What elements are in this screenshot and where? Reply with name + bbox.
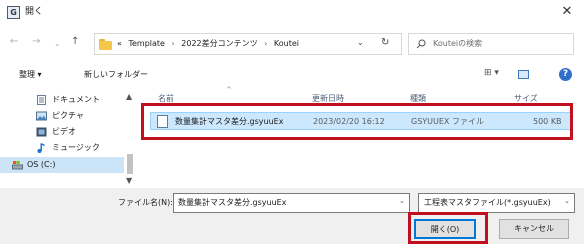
scroll-thumb[interactable]	[127, 154, 133, 174]
window-title: 開く	[25, 7, 44, 17]
filename-input[interactable]: 数量集計マスタ差分.gsyuuEx ⌄	[173, 193, 410, 213]
search-placeholder: Kouteiの検索	[433, 39, 483, 48]
search-box[interactable]: Kouteiの検索	[408, 33, 574, 55]
breadcrumb: « Template › 2022差分コンテンツ › Koutei	[117, 38, 299, 50]
sidebar-item-music[interactable]: ミュージック	[36, 140, 126, 156]
scroll-up-icon[interactable]: ▲	[126, 92, 132, 101]
refresh-icon[interactable]: ↻	[381, 37, 389, 48]
new-folder-button[interactable]: 新しいフォルダー	[84, 69, 148, 80]
picture-icon	[36, 111, 47, 121]
title-bar: G 開く ✕	[0, 0, 584, 24]
view-options-icon[interactable]: ⊞ ▾	[484, 68, 499, 78]
chevron-down-icon[interactable]: ⌄	[564, 197, 570, 205]
scroll-down-icon[interactable]: ▼	[126, 176, 132, 185]
sidebar-item-label: ピクチャ	[52, 111, 84, 120]
file-highlight-box	[141, 103, 573, 140]
cancel-button[interactable]: キャンセル	[499, 219, 569, 239]
navigation-pane: ドキュメント ピクチャ ビデオ ミュージック OS (C:)	[0, 88, 137, 188]
sidebar-item-label: ドキュメント	[52, 95, 100, 104]
filetype-select[interactable]: 工程表マスタファイル(*.gsyuuEx) ⌄	[418, 193, 575, 213]
sidebar-item-os-drive[interactable]: OS (C:)	[0, 157, 124, 173]
address-row: ← → ⌄ ↑ « Template › 2022差分コンテンツ › Koute…	[0, 28, 584, 58]
chevron-down-icon[interactable]: ⌄	[399, 197, 405, 205]
back-arrow-icon[interactable]: ←	[10, 36, 18, 48]
sidebar-item-label: ミュージック	[52, 143, 100, 152]
breadcrumb-overflow[interactable]: «	[117, 39, 122, 48]
chevron-right-icon: ›	[264, 39, 268, 48]
filename-value: 数量集計マスタ差分.gsyuuEx	[178, 198, 287, 207]
address-dropdown-icon[interactable]: ⌄	[357, 38, 364, 47]
sidebar-item-videos[interactable]: ビデオ	[36, 124, 126, 140]
help-icon[interactable]: ?	[559, 68, 572, 81]
chevron-right-icon: ›	[171, 39, 175, 48]
filename-label: ファイル名(N):	[118, 198, 173, 207]
sidebar-item-documents[interactable]: ドキュメント	[36, 92, 126, 108]
close-icon[interactable]: ✕	[554, 3, 580, 21]
breadcrumb-item[interactable]: 2022差分コンテンツ	[181, 39, 257, 48]
filetype-value: 工程表マスタファイル(*.gsyuuEx)	[424, 198, 551, 207]
video-icon	[36, 127, 47, 137]
app-icon: G	[7, 6, 20, 19]
sidebar-item-label: ビデオ	[52, 127, 76, 136]
document-icon	[37, 95, 46, 105]
sidebar-item-pictures[interactable]: ピクチャ	[36, 108, 126, 124]
address-bar[interactable]: « Template › 2022差分コンテンツ › Koutei ⌄ ↻	[94, 33, 402, 55]
recent-locations-icon[interactable]: ⌄	[54, 38, 61, 50]
command-bar: 整理 ▾ 新しいフォルダー ⊞ ▾ ?	[0, 62, 584, 88]
breadcrumb-item[interactable]: Template	[128, 39, 165, 48]
preview-pane-icon[interactable]	[518, 70, 529, 79]
forward-arrow-icon[interactable]: →	[32, 36, 40, 48]
breadcrumb-item[interactable]: Koutei	[274, 39, 299, 48]
open-button-highlight-box	[408, 212, 488, 244]
navigation-scrollbar[interactable]: ▲ ▼	[124, 92, 136, 188]
sidebar-item-label: OS (C:)	[27, 160, 56, 169]
open-file-dialog: G 開く ✕ ← → ⌄ ↑ « Template › 2022差分コンテンツ …	[0, 0, 584, 244]
music-icon	[37, 143, 45, 153]
search-icon	[416, 39, 426, 49]
up-arrow-icon[interactable]: ↑	[71, 36, 79, 48]
folder-icon	[99, 39, 112, 50]
drive-icon	[12, 161, 23, 170]
organize-button[interactable]: 整理 ▾	[19, 69, 42, 80]
